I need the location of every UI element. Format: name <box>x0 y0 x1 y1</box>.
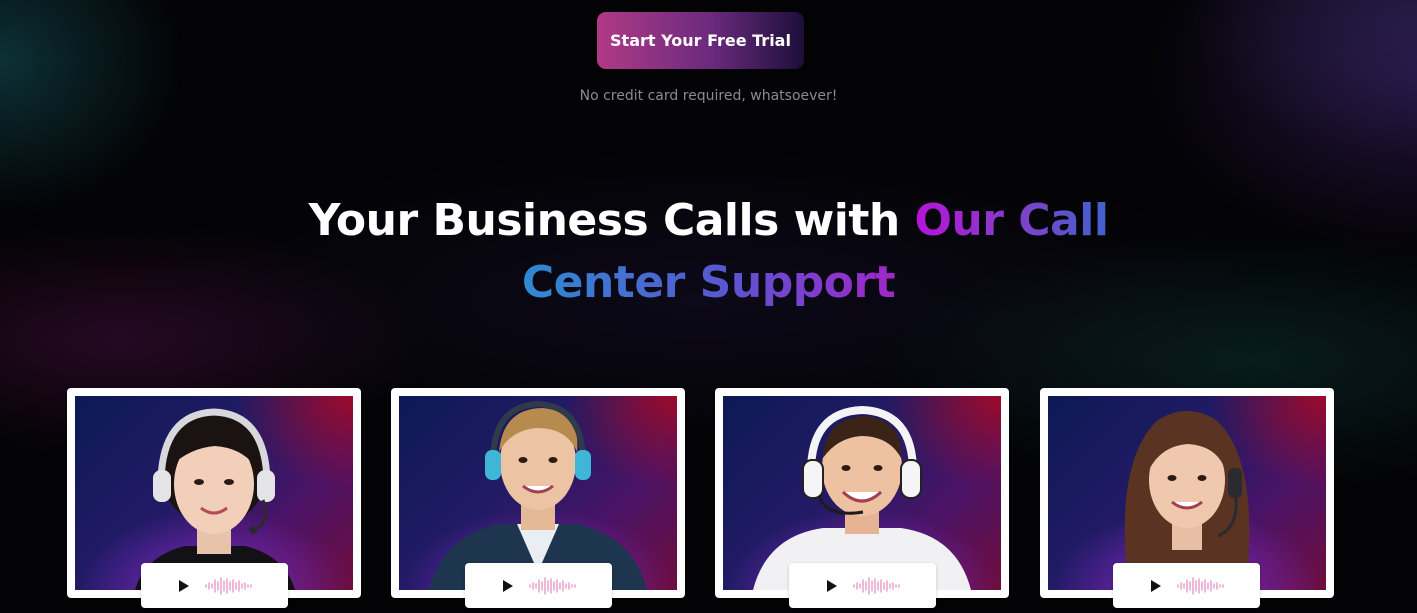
start-free-trial-button[interactable]: Start Your Free Trial <box>597 12 804 69</box>
audio-player[interactable] <box>1113 563 1260 608</box>
play-icon[interactable] <box>179 579 189 592</box>
waveform-icon <box>529 576 576 595</box>
audio-player[interactable] <box>789 563 936 608</box>
waveform-icon <box>853 576 900 595</box>
headline-part1: Your Business Calls with <box>308 195 915 246</box>
audio-player[interactable] <box>465 563 612 608</box>
audio-player[interactable] <box>141 563 288 608</box>
waveform-icon <box>1177 576 1224 595</box>
agent-photo <box>1048 396 1326 590</box>
agent-photo <box>75 396 353 590</box>
agent-photo <box>399 396 677 590</box>
headline-part3: Center Support <box>521 257 896 308</box>
play-icon[interactable] <box>827 579 837 592</box>
waveform-icon <box>205 576 252 595</box>
agent-photo <box>723 396 1001 590</box>
no-credit-card-note: No credit card required, whatsoever! <box>579 88 838 104</box>
headline-part2: Our Call <box>914 195 1109 246</box>
play-icon[interactable] <box>1151 579 1161 592</box>
section-headline: Your Business Calls with Our Call Center… <box>0 190 1417 314</box>
play-icon[interactable] <box>503 579 513 592</box>
agent-cards <box>67 388 1334 613</box>
